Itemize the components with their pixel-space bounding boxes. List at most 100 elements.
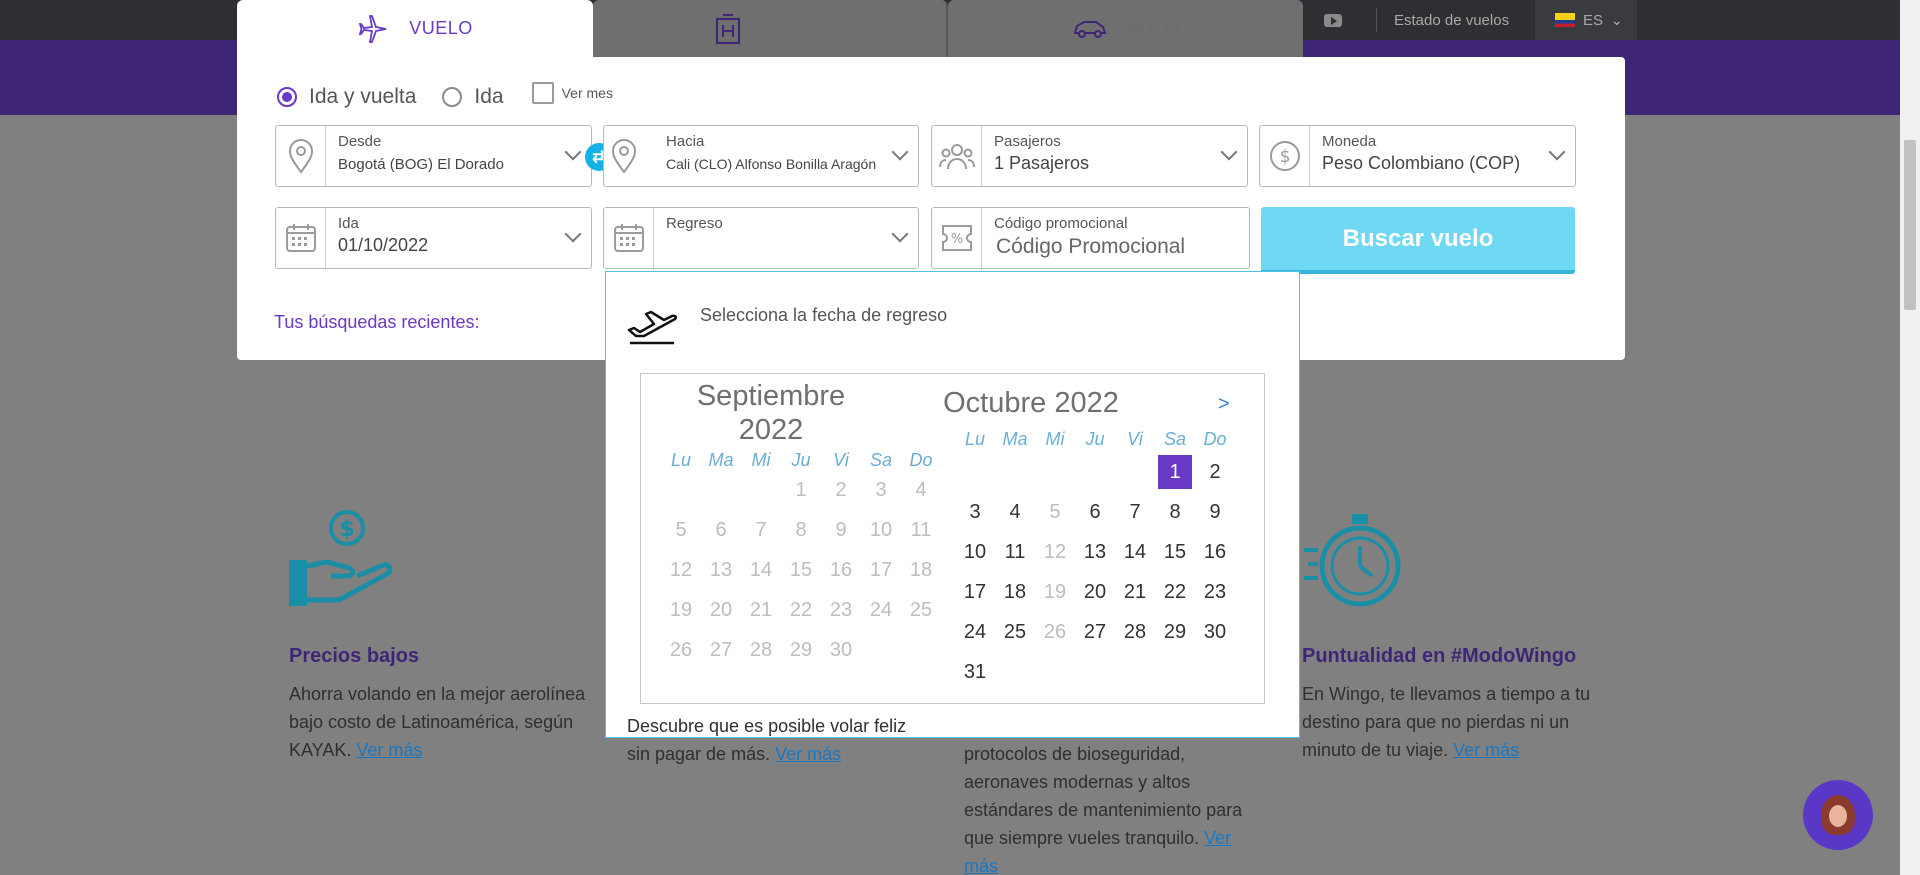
- chevron-down-icon[interactable]: [1220, 143, 1238, 161]
- weekday-label: Do: [1203, 429, 1227, 449]
- origin-field[interactable]: Desde Bogotá (BOG) El Dorado: [275, 125, 592, 187]
- chevron-down-icon[interactable]: [1548, 143, 1566, 161]
- calendar-day: 19: [1043, 581, 1067, 603]
- calendar-day[interactable]: 6: [1075, 495, 1115, 529]
- calendar-day[interactable]: 16: [1195, 535, 1235, 569]
- calendar-day[interactable]: 18: [995, 575, 1035, 609]
- see-more-link[interactable]: Ver más: [1453, 740, 1519, 760]
- calendar-day[interactable]: 3: [955, 495, 995, 529]
- scrollbar[interactable]: [1900, 0, 1920, 875]
- calendar-day[interactable]: 10: [955, 535, 995, 569]
- calendar-day[interactable]: 29: [1155, 615, 1195, 649]
- weekday-label: Ju: [1085, 429, 1105, 449]
- feature-safety: protocolos de bioseguridad, aeronaves mo…: [964, 740, 1254, 875]
- language-selector[interactable]: ES ⌄: [1535, 0, 1637, 40]
- tab-label: HOTEL: [762, 18, 825, 38]
- one-way-radio[interactable]: Ida: [442, 85, 504, 109]
- calendar-day[interactable]: 13: [1075, 535, 1115, 569]
- calendar-day[interactable]: 20: [1075, 575, 1115, 609]
- chat-bot-button[interactable]: [1803, 780, 1873, 850]
- next-month-button[interactable]: >: [1218, 393, 1230, 416]
- flight-status-link[interactable]: Estado de vuelos: [1394, 0, 1509, 40]
- checkbox[interactable]: [531, 82, 554, 104]
- calendar-day[interactable]: 28: [1115, 615, 1155, 649]
- weekday-label: Mi: [751, 450, 771, 470]
- radio-selected[interactable]: [277, 87, 297, 107]
- calendar-day: 12: [1043, 541, 1067, 563]
- calendar-day[interactable]: 2: [1195, 455, 1235, 489]
- return-label: Regreso: [666, 215, 723, 232]
- svg-text:$: $: [339, 517, 354, 542]
- calendar-day: 6: [715, 519, 727, 541]
- calendar-day[interactable]: 17: [955, 575, 995, 609]
- scrollbar-thumb[interactable]: [1904, 140, 1916, 310]
- calendar-day[interactable]: 21: [1115, 575, 1155, 609]
- hotel-icon: [716, 13, 741, 44]
- calendar-day: 14: [749, 559, 773, 581]
- feature-title: Puntualidad en #ModoWingo: [1302, 645, 1577, 667]
- currency-field[interactable]: $ Moneda Peso Colombiano (COP): [1259, 125, 1576, 187]
- calendar-day[interactable]: 30: [1195, 615, 1235, 649]
- see-more-link[interactable]: Ver más: [356, 740, 422, 760]
- see-more-link[interactable]: Ver más: [775, 744, 841, 764]
- tab-hotel[interactable]: HOTEL: [593, 0, 948, 57]
- calendar-day: 28: [749, 639, 773, 661]
- calendar-day: 24: [869, 599, 893, 621]
- weekday-label: Vi: [1127, 429, 1143, 449]
- see-month-label: Ver mes: [561, 85, 613, 101]
- tab-car[interactable]: AUTO: [948, 0, 1303, 57]
- calendar-day[interactable]: 24: [955, 615, 995, 649]
- return-date-field[interactable]: Regreso: [603, 207, 919, 269]
- search-tabs: VUELO HOTEL AUTO: [237, 0, 1303, 57]
- chevron-down-icon[interactable]: [564, 225, 582, 243]
- calendar-day: 16: [829, 559, 853, 581]
- calendar-day[interactable]: 8: [1155, 495, 1195, 529]
- calendar-day[interactable]: 23: [1195, 575, 1235, 609]
- youtube-icon[interactable]: [1318, 0, 1348, 40]
- calendar-day: 10: [869, 519, 893, 541]
- passengers-field[interactable]: Pasajeros 1 Pasajeros: [931, 125, 1248, 187]
- search-flight-button[interactable]: Buscar vuelo: [1261, 207, 1575, 274]
- round-trip-label: Ida y vuelta: [309, 85, 417, 108]
- calendar-day[interactable]: 14: [1115, 535, 1155, 569]
- feature-body: En Wingo, te llevamos a tiempo a tu dest…: [1302, 684, 1591, 760]
- one-way-label: Ida: [474, 85, 504, 108]
- weekday-label: Sa: [869, 450, 893, 470]
- chevron-down-icon[interactable]: [564, 143, 582, 161]
- calendar-day[interactable]: 4: [995, 495, 1035, 529]
- calendar-day[interactable]: 7: [1115, 495, 1155, 529]
- feature-body: protocolos de bioseguridad, aeronaves mo…: [964, 744, 1243, 848]
- round-trip-radio[interactable]: Ida y vuelta: [277, 85, 416, 109]
- promo-code-field[interactable]: % Código promocional Código Promocional: [931, 207, 1250, 269]
- calendar-day[interactable]: 9: [1195, 495, 1235, 529]
- calendar-day[interactable]: 22: [1155, 575, 1195, 609]
- chevron-down-icon[interactable]: [891, 143, 909, 161]
- feature-happy-flying: Descubre que es posible volar feliz sin …: [627, 712, 927, 768]
- calendar-day[interactable]: 31: [955, 655, 995, 689]
- departure-date-field[interactable]: Ida 01/10/2022: [275, 207, 592, 269]
- calendar-day[interactable]: 1: [1158, 455, 1192, 489]
- destination-value: Cali (CLO) Alfonso Bonilla Aragón: [666, 156, 877, 172]
- weekday-label: Ma: [708, 450, 734, 470]
- chevron-down-icon[interactable]: [891, 225, 909, 243]
- calendar-day[interactable]: 15: [1155, 535, 1195, 569]
- calendar-day: 21: [749, 599, 773, 621]
- weekday-label: Lu: [964, 429, 986, 449]
- calendar-day: 3: [875, 479, 887, 501]
- destination-label: Hacia: [666, 133, 705, 150]
- feature-title: Precios bajos: [289, 645, 420, 667]
- weekday-label: Do: [909, 450, 933, 470]
- month-title-october: Octubre 2022: [943, 387, 1119, 419]
- calendar-day: 19: [669, 599, 693, 621]
- calendar-day: 5: [675, 519, 687, 541]
- car-icon: [1073, 20, 1107, 38]
- radio-unselected[interactable]: [442, 87, 463, 107]
- calendar-day[interactable]: 11: [995, 535, 1035, 569]
- calendar-day: 13: [709, 559, 733, 581]
- tab-flight[interactable]: VUELO: [237, 0, 593, 57]
- calendar-day: 22: [789, 599, 813, 621]
- destination-field[interactable]: Hacia Cali (CLO) Alfonso Bonilla Aragón: [603, 125, 919, 187]
- see-month-checkbox[interactable]: Ver mes: [531, 82, 613, 104]
- calendar-day[interactable]: 27: [1075, 615, 1115, 649]
- calendar-day[interactable]: 25: [995, 615, 1035, 649]
